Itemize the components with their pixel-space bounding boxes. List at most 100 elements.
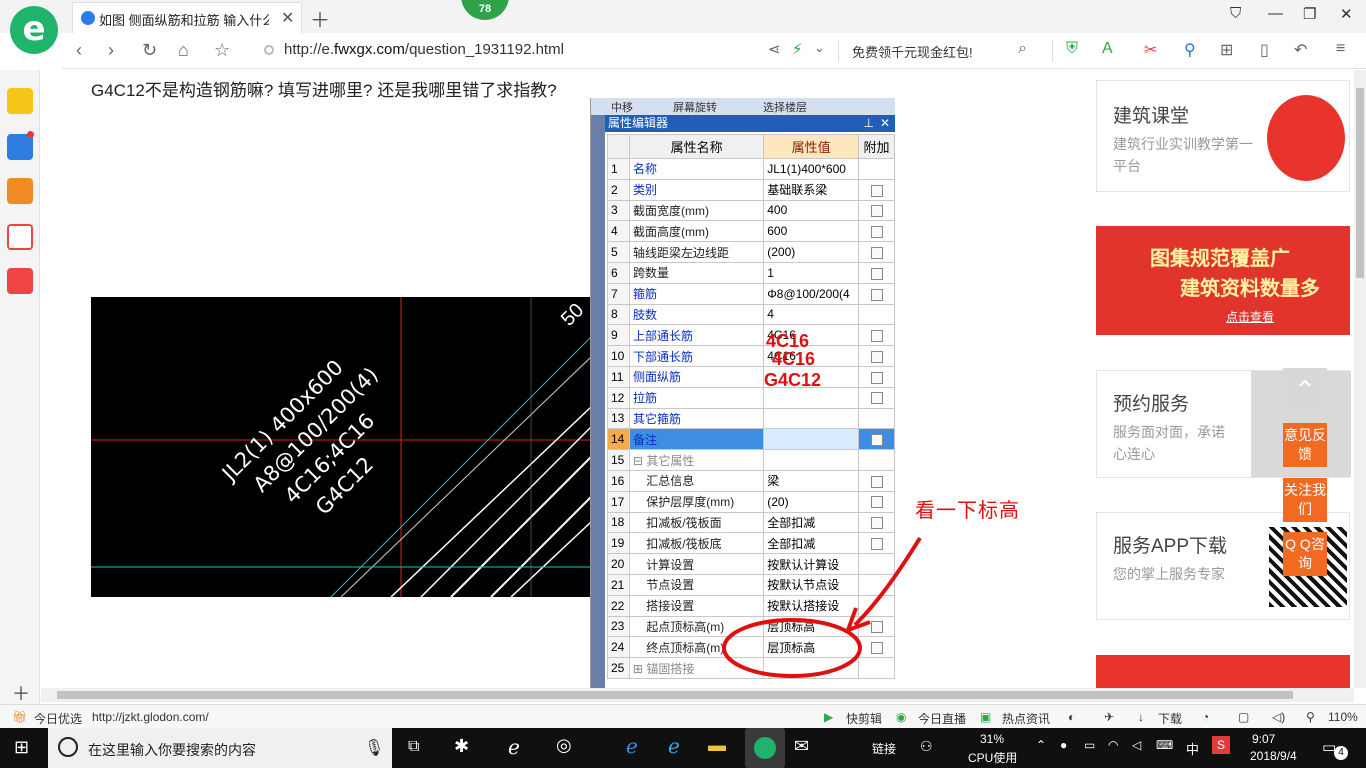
property-row[interactable]: 5 轴线距梁左边线距 (200): [607, 241, 895, 263]
extra-checkbox[interactable]: [870, 226, 883, 239]
property-row[interactable]: 9 上部通长筋 4C16: [607, 324, 895, 347]
back-icon[interactable]: ‹: [76, 40, 82, 61]
tray-expand-icon[interactable]: ⌃: [1036, 738, 1046, 752]
battery-icon[interactable]: ▭: [1084, 738, 1095, 752]
file-explorer-icon[interactable]: ▬: [708, 735, 726, 756]
extra-checkbox[interactable]: [870, 184, 883, 197]
search-icon[interactable]: ⌕: [1018, 40, 1027, 58]
fan-app-icon[interactable]: ✱: [454, 736, 469, 757]
horizontal-scroll-thumb[interactable]: [57, 691, 1293, 699]
extra-checkbox[interactable]: [870, 350, 883, 363]
share-icon[interactable]: ⋖: [768, 40, 781, 58]
property-value[interactable]: 4: [763, 303, 860, 326]
ad-card-classroom[interactable]: 建筑课堂 建筑行业实训教学第一平台: [1096, 80, 1350, 192]
download-item[interactable]: 下载: [1158, 710, 1182, 727]
property-row[interactable]: 11 侧面纵筋: [607, 365, 895, 388]
chevron-down-icon[interactable]: ⌄: [814, 40, 825, 56]
translate-icon[interactable]: A: [1102, 40, 1113, 58]
task-view-icon[interactable]: ⧉: [408, 738, 419, 756]
ad-banner-bottom[interactable]: [1096, 655, 1350, 688]
property-value[interactable]: 1: [763, 261, 860, 284]
property-row[interactable]: 16 汇总信息梁: [607, 469, 895, 492]
quick-clip-item[interactable]: 快剪辑: [846, 710, 882, 727]
property-value[interactable]: 600: [763, 220, 860, 243]
phone-icon[interactable]: ▯: [1260, 40, 1269, 60]
close-icon[interactable]: ✕: [880, 115, 890, 132]
property-row[interactable]: 8 肢数 4: [607, 303, 895, 326]
toolbar-floor[interactable]: 选择楼层: [763, 99, 807, 115]
pin-icon[interactable]: ⊥: [864, 115, 874, 132]
close-window-button[interactable]: ✕: [1340, 5, 1353, 23]
property-value[interactable]: JL1(1)400*600: [763, 158, 860, 180]
property-value[interactable]: [763, 407, 860, 430]
property-row[interactable]: 17 保护层厚度(mm) (20): [607, 490, 895, 513]
speed-icon[interactable]: ◐: [1068, 710, 1075, 724]
promo-link[interactable]: 免费领千元现金红包!: [852, 42, 973, 61]
property-value[interactable]: (20): [763, 490, 860, 513]
minimize-button[interactable]: —: [1268, 5, 1283, 22]
property-row[interactable]: 1 名称 JL1(1)400*600: [607, 158, 895, 180]
property-row[interactable]: 3 截面宽度(mm) 400: [607, 199, 895, 222]
speaker-icon[interactable]: ◁: [1132, 738, 1141, 752]
clock-time[interactable]: 9:07: [1252, 732, 1275, 746]
game-controller-icon[interactable]: [7, 268, 33, 294]
favorites-star-icon[interactable]: [7, 88, 33, 114]
cleanup-icon[interactable]: ◔: [1202, 710, 1209, 724]
qq-consult-button[interactable]: Q Q咨询: [1283, 532, 1327, 576]
live-item[interactable]: 今日直播: [918, 710, 966, 727]
mail-app-icon[interactable]: ✉: [794, 736, 809, 757]
mail-at-icon[interactable]: [7, 224, 33, 250]
property-row[interactable]: 12 拉筋: [607, 386, 895, 409]
extra-checkbox[interactable]: [870, 371, 883, 384]
taskbar-link-label[interactable]: 链接: [872, 740, 896, 757]
back-to-top-icon[interactable]: ⌃: [1283, 368, 1327, 412]
home-icon[interactable]: ⌂: [178, 40, 189, 61]
property-row[interactable]: 10 下部通长筋 4C16: [607, 345, 895, 367]
today-pick-label[interactable]: 今日优选: [34, 710, 82, 727]
shirt-skin-icon[interactable]: ⛉: [1230, 5, 1241, 22]
refresh-icon[interactable]: ↻: [142, 40, 157, 61]
apps-grid-icon[interactable]: ⊞: [1220, 40, 1233, 60]
extra-checkbox[interactable]: [870, 330, 883, 343]
clock-date[interactable]: 2018/9/4: [1250, 749, 1297, 763]
taskbar-search-box[interactable]: 在这里输入你要搜索的内容 🎙︎: [48, 728, 392, 768]
extra-checkbox[interactable]: [870, 475, 883, 488]
lightning-icon[interactable]: ⚡: [792, 40, 803, 58]
extra-checkbox[interactable]: [870, 267, 883, 280]
keyboard-icon[interactable]: ⌨: [1156, 738, 1173, 752]
property-value[interactable]: 梁: [763, 469, 860, 492]
extra-checkbox[interactable]: [870, 246, 883, 259]
toolbar-move[interactable]: 中移: [611, 99, 633, 115]
extra-checkbox[interactable]: [870, 205, 883, 218]
sogou-ime-icon[interactable]: S: [1212, 736, 1230, 754]
extra-checkbox[interactable]: [870, 434, 883, 447]
horizontal-scrollbar[interactable]: [41, 688, 1354, 702]
extra-checkbox[interactable]: [870, 496, 883, 509]
zoom-level[interactable]: 110%: [1328, 710, 1358, 724]
property-value[interactable]: (200): [763, 241, 860, 263]
active-browser-app[interactable]: [745, 728, 785, 768]
window-icon[interactable]: ▢: [1238, 710, 1249, 724]
volume-icon[interactable]: ◁): [1272, 710, 1285, 724]
banner-button[interactable]: 点击查看: [1226, 308, 1274, 325]
vertical-scroll-thumb[interactable]: [1356, 88, 1364, 278]
toolbar-rotate[interactable]: 屏幕旋转: [673, 99, 717, 115]
property-value[interactable]: [763, 449, 860, 471]
follow-button[interactable]: 关注我们: [1283, 478, 1327, 522]
tab-close-icon[interactable]: ✕: [281, 8, 294, 28]
gift-icon[interactable]: 🎁︎: [12, 710, 27, 724]
extra-checkbox[interactable]: [870, 288, 883, 301]
new-tab-button[interactable]: ＋: [310, 4, 330, 33]
magnifier-tool-icon[interactable]: ⚲: [1184, 40, 1196, 60]
shield-icon[interactable]: ⛨: [1066, 40, 1078, 58]
property-value[interactable]: 400: [763, 199, 860, 222]
restore-button[interactable]: ❐: [1303, 5, 1316, 23]
property-row[interactable]: 4 截面高度(mm) 600: [607, 220, 895, 243]
ad-banner-atlas[interactable]: 图集规范覆盖广 建筑资料数量多 点击查看: [1096, 226, 1350, 335]
wifi-icon[interactable]: ◠: [1108, 738, 1118, 752]
news-item[interactable]: 热点资讯: [1002, 710, 1050, 727]
download-icon[interactable]: ↓: [1138, 710, 1144, 724]
pin-tool-icon[interactable]: ✈: [1104, 710, 1114, 724]
tray-notify-icon[interactable]: ●: [1060, 738, 1067, 752]
property-row[interactable]: 7 箍筋 Φ8@100/200(4: [607, 282, 895, 305]
